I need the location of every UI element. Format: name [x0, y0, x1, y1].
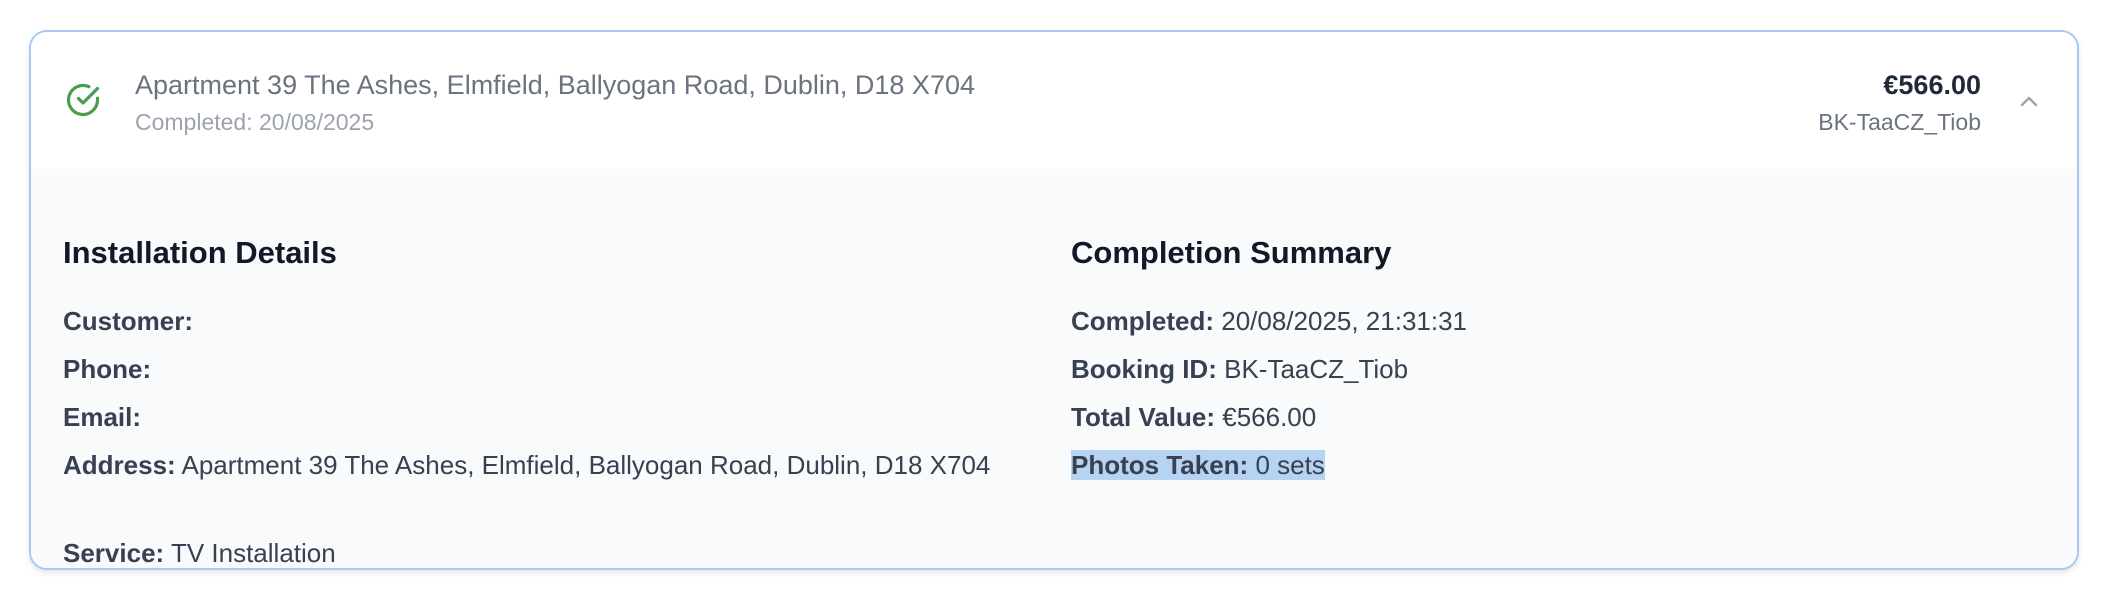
phone-label: Phone:: [63, 354, 152, 384]
job-card: Apartment 39 The Ashes, Elmfield, Ballyo…: [29, 30, 2079, 570]
photos-label: Photos Taken:: [1071, 450, 1249, 480]
booking-id-label: Booking ID:: [1071, 354, 1217, 384]
address-value: Apartment 39 The Ashes, Elmfield, Ballyo…: [181, 450, 991, 480]
service-row: Service: TV Installation: [63, 533, 336, 568]
job-card-details: Installation Details Customer: Phone: Em…: [31, 169, 2077, 568]
completed-date-subtitle: Completed: 20/08/2025: [135, 109, 375, 135]
job-card-header[interactable]: Apartment 39 The Ashes, Elmfield, Ballyo…: [31, 32, 2077, 170]
completed-value: 20/08/2025, 21:31:31: [1221, 306, 1468, 336]
email-row: Email:: [63, 397, 141, 437]
total-value-amount: €566.00: [1222, 402, 1317, 432]
booking-id-subtitle: BK-TaaCZ_Tiob: [1818, 109, 1981, 135]
text-selection-highlight: Photos Taken: 0 sets: [1071, 450, 1325, 480]
address-row: Address: Apartment 39 The Ashes, Elmfiel…: [63, 445, 1053, 485]
completion-summary-title: Completion Summary: [1071, 235, 1392, 270]
customer-row: Customer:: [63, 301, 193, 341]
booking-id-value: BK-TaaCZ_Tiob: [1224, 354, 1409, 384]
completed-row: Completed: 20/08/2025, 21:31:31: [1071, 301, 1467, 341]
completed-label: Completed:: [1071, 306, 1214, 336]
photos-row: Photos Taken: 0 sets: [1071, 445, 1325, 485]
job-address-title: Apartment 39 The Ashes, Elmfield, Ballyo…: [135, 70, 975, 100]
service-label: Service:: [63, 538, 165, 568]
photos-value: 0 sets: [1255, 450, 1325, 480]
installation-details-title: Installation Details: [63, 235, 337, 270]
phone-row: Phone:: [63, 349, 151, 389]
service-value: TV Installation: [170, 538, 336, 568]
total-value-label: Total Value:: [1071, 402, 1215, 432]
chevron-up-icon[interactable]: [2015, 88, 2043, 116]
address-label: Address:: [63, 450, 176, 480]
customer-label: Customer:: [63, 306, 194, 336]
booking-id-row: Booking ID: BK-TaaCZ_Tiob: [1071, 349, 1408, 389]
email-label: Email:: [63, 402, 142, 432]
total-value-row: Total Value: €566.00: [1071, 397, 1316, 437]
check-circle-icon: [66, 83, 100, 117]
job-price: €566.00: [1883, 70, 1981, 100]
